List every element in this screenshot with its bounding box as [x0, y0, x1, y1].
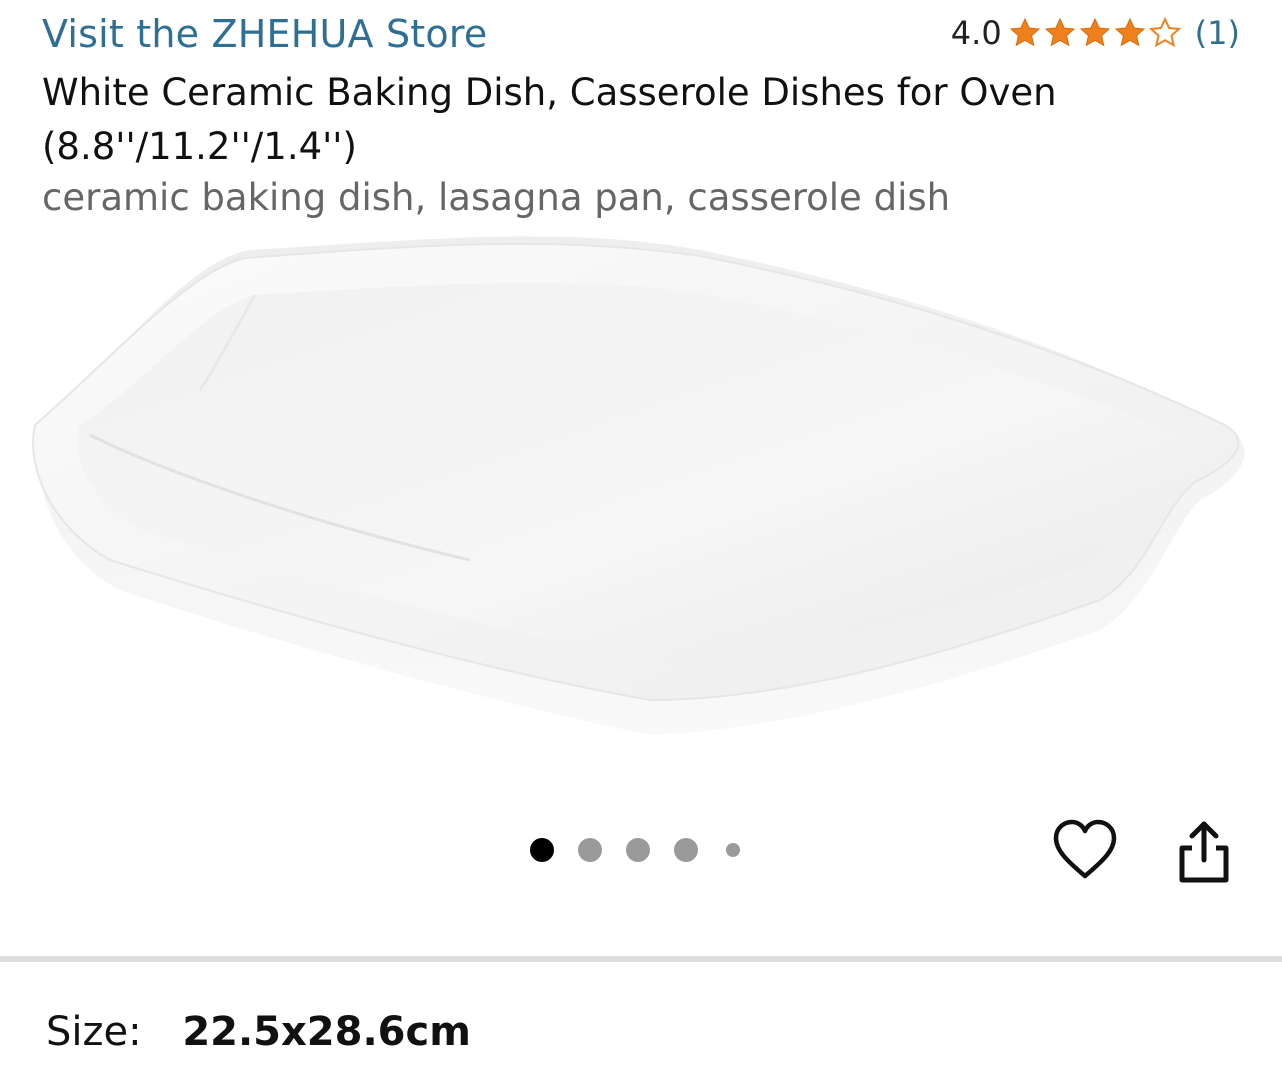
star-filled-icon: [1044, 17, 1075, 47]
product-title: White Ceramic Baking Dish, Casserole Dis…: [42, 71, 1057, 168]
pagination-dot-active[interactable]: [530, 838, 554, 862]
star-filled-icon: [1114, 17, 1145, 47]
star-filled-icon: [1009, 17, 1040, 47]
size-value: 22.5x28.6cm: [182, 1009, 471, 1055]
pagination-dot[interactable]: [578, 838, 602, 862]
pagination-dot[interactable]: [626, 838, 650, 862]
product-keywords: ceramic baking dish, lasagna pan, casser…: [42, 176, 951, 219]
section-divider: [0, 956, 1282, 962]
heart-icon[interactable]: [1052, 818, 1118, 884]
pagination-dot[interactable]: [674, 838, 698, 862]
star-empty-icon: [1148, 16, 1181, 48]
star-rating: [1008, 16, 1183, 50]
product-image[interactable]: [0, 230, 1282, 760]
size-label: Size:: [46, 1009, 142, 1055]
product-page: Visit the ZHEHUA Store 4.0 (1) White Cer…: [0, 0, 1282, 1068]
pagination-dot[interactable]: [726, 843, 740, 857]
image-pagination[interactable]: [530, 838, 764, 862]
store-link[interactable]: Visit the ZHEHUA Store: [42, 12, 487, 56]
rating-summary[interactable]: 4.0 (1): [951, 12, 1240, 54]
star-filled-icon: [1079, 17, 1110, 47]
rating-count-link[interactable]: (1): [1195, 12, 1240, 54]
rating-value: 4.0: [950, 14, 1002, 52]
share-icon[interactable]: [1174, 818, 1234, 886]
size-selector[interactable]: Size: 22.5x28.6cm: [46, 1006, 471, 1058]
